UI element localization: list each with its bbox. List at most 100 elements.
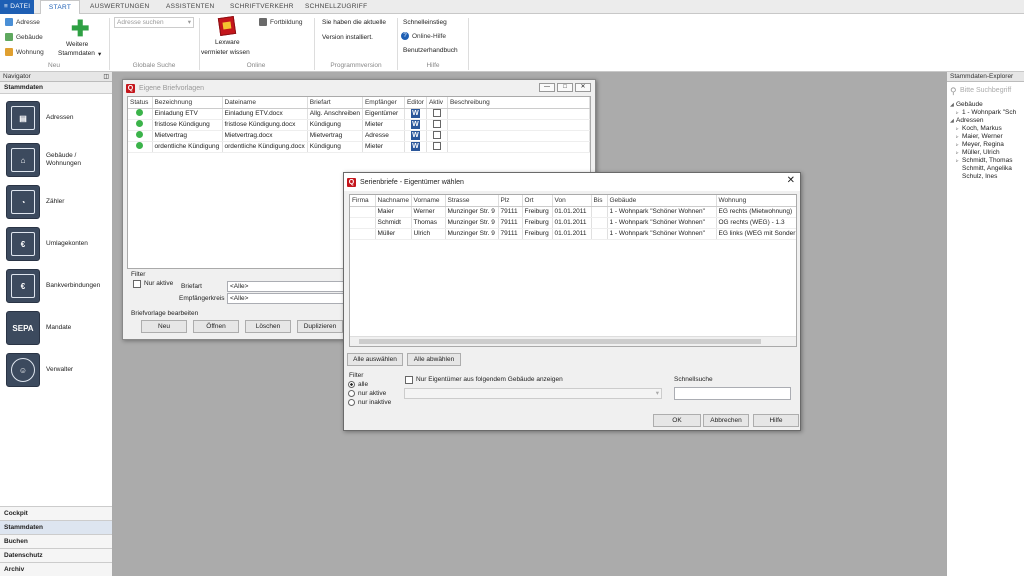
tree-node[interactable]: ▹ Koch, Markus [950, 125, 1024, 133]
lexware-wissen-button[interactable]: Lexware vermieter wissen [200, 15, 254, 60]
pin-icon[interactable]: ◫ [103, 73, 109, 80]
eigentuemer-row[interactable]: Müller Ulrich Munzinger Str. 9 79111 Freibur… [350, 228, 796, 240]
editor-cell[interactable]: W [404, 141, 427, 153]
col-beschreibung[interactable]: Beschreibung [447, 97, 591, 109]
col-bezeichnung[interactable]: Bezeichnung [152, 97, 223, 109]
filter-nur-inaktive-radio[interactable] [348, 399, 355, 406]
word-icon[interactable]: W [410, 131, 420, 140]
word-icon[interactable]: W [410, 109, 420, 118]
editor-cell[interactable]: W [404, 108, 427, 120]
explorer-search-input[interactable]: Bitte Suchbegriff [960, 87, 1011, 94]
tree-node[interactable]: ◢ Gebäude [950, 101, 1024, 109]
aktiv-checkbox[interactable] [432, 119, 441, 128]
close-icon[interactable]: ✕ [787, 175, 795, 186]
tab-schnellzugriff[interactable]: SCHNELLZUGRIFF [305, 0, 367, 14]
nav-bottom-cockpit[interactable]: Cockpit [0, 506, 112, 520]
col-plz[interactable]: Plz [498, 195, 523, 207]
col-von[interactable]: Von [552, 195, 592, 207]
nav-item-zaehler[interactable]: ◔ Zähler [6, 185, 110, 223]
col-aktiv[interactable]: Aktiv [426, 97, 448, 109]
col-bis[interactable]: Bis [591, 195, 608, 207]
nav-item-bankverbindungen[interactable]: € Bankverbindungen [6, 269, 110, 307]
tab-start[interactable]: START [40, 0, 80, 15]
briefvorlage-row[interactable]: fristlose Kündigung fristlose Kündigung.d… [128, 119, 591, 131]
col-editor[interactable]: Editor [404, 97, 427, 109]
aktiv-cell[interactable] [426, 108, 448, 120]
hilfe-button[interactable]: Hilfe [753, 414, 799, 427]
col-strasse[interactable]: Strasse [445, 195, 499, 207]
loeschen-button[interactable]: Löschen [245, 320, 291, 333]
empfaengerkreis-select[interactable]: <Alle> [227, 293, 345, 304]
aktiv-checkbox[interactable] [432, 141, 441, 150]
briefvorlage-row[interactable]: Einladung ETV Einladung ETV.docx Allg. Ans… [128, 108, 591, 120]
nav-item-gebaeude[interactable]: ⌂ Gebäude / Wohnungen [6, 143, 110, 181]
tab-datei[interactable]: ≡ DATEI [0, 0, 35, 14]
nur-aktive-checkbox[interactable] [133, 280, 141, 288]
aktiv-checkbox[interactable] [432, 108, 441, 117]
neu-button[interactable]: Neu [141, 320, 187, 333]
nav-item-verwalter[interactable]: ☺ Verwalter [6, 353, 110, 391]
weitere-stammdaten-button[interactable]: ✚ Weitere Stammdaten ▾ [58, 18, 104, 62]
new-wohnung-button[interactable]: Wohnung [5, 48, 44, 56]
nur-gebaeude-checkbox[interactable] [405, 376, 413, 384]
benutzerhandbuch-link[interactable]: Benutzerhandbuch [403, 47, 458, 54]
adresse-search-input[interactable]: Adresse suchen ▾ [114, 17, 194, 28]
briefvorlage-row[interactable]: ordentliche Kündigung ordentliche Kündigu… [128, 141, 591, 153]
aktiv-checkbox[interactable] [432, 130, 441, 139]
editor-cell[interactable]: W [404, 130, 427, 142]
duplizieren-button[interactable]: Duplizieren [297, 320, 343, 333]
maximize-icon[interactable]: □ [557, 83, 573, 92]
col-firma[interactable]: Firma [350, 195, 376, 207]
aktiv-cell[interactable] [426, 119, 448, 131]
tree-node[interactable]: ▹ 1 - Wohnpark "Sch [950, 109, 1024, 117]
col-vorname[interactable]: Vorname [411, 195, 446, 207]
aktiv-cell[interactable] [426, 130, 448, 142]
tab-schriftverkehr[interactable]: SCHRIFTVERKEHR [230, 0, 294, 14]
tree-node[interactable]: ▹ Schmidt, Thomas [950, 157, 1024, 165]
nav-item-umlagekonten[interactable]: € Umlagekonten [6, 227, 110, 265]
eigentuemer-row[interactable]: Maier Werner Munzinger Str. 9 79111 Freiburg… [350, 206, 796, 218]
col-status[interactable]: Status [128, 97, 153, 109]
tree-node[interactable]: ▹ Meyer, Regina [950, 141, 1024, 149]
filter-nur-aktive-radio[interactable] [348, 390, 355, 397]
tree-node[interactable]: ▹ Müller, Ulrich [950, 149, 1024, 157]
online-hilfe-button[interactable]: ? Online-Hilfe [401, 32, 446, 40]
col-gebaeude[interactable]: Gebäude [607, 195, 717, 207]
filter-alle-radio[interactable] [348, 381, 355, 388]
col-dateiname[interactable]: Dateiname [222, 97, 308, 109]
tree-node[interactable]: ▹ Maier, Werner [950, 133, 1024, 141]
nav-bottom-buchen[interactable]: Buchen [0, 534, 112, 548]
alle-abwaehlen-button[interactable]: Alle abwählen [407, 353, 461, 366]
col-empfaenger[interactable]: Empfänger [362, 97, 405, 109]
schnelleinstieg-link[interactable]: Schnelleinstieg [403, 19, 447, 26]
tab-assistenten[interactable]: ASSISTENTEN [166, 0, 214, 14]
nav-bottom-stammdaten[interactable]: Stammdaten [0, 520, 112, 534]
schnellsuche-input[interactable] [674, 387, 791, 400]
new-gebaeude-button[interactable]: Gebäude [5, 33, 43, 41]
tree-node[interactable]: Schmitt, Angelika [950, 165, 1024, 173]
col-ort[interactable]: Ort [522, 195, 553, 207]
minimize-icon[interactable]: — [539, 83, 555, 92]
scrollbar-thumb[interactable] [359, 339, 761, 344]
abbrechen-button[interactable]: Abbrechen [703, 414, 749, 427]
close-icon[interactable]: ✕ [575, 83, 591, 92]
col-wohnung[interactable]: Wohnung [716, 195, 796, 207]
tree-node[interactable]: Schulz, Ines [950, 173, 1024, 181]
tab-auswertungen[interactable]: AUSWERTUNGEN [90, 0, 149, 14]
col-nachname[interactable]: Nachname [375, 195, 412, 207]
editor-cell[interactable]: W [404, 119, 427, 131]
briefart-select[interactable]: <Alle> [227, 281, 345, 292]
nav-bottom-archiv[interactable]: Archiv [0, 562, 112, 576]
alle-auswaehlen-button[interactable]: Alle auswählen [347, 353, 403, 366]
col-briefart[interactable]: Briefart [307, 97, 363, 109]
eigentuemer-row[interactable]: Schmidt Thomas Munzinger Str. 9 79111 Freibu… [350, 217, 796, 229]
new-adresse-button[interactable]: Adresse [5, 18, 40, 26]
nav-item-adressen[interactable]: ▤ Adressen [6, 101, 110, 139]
fortbildung-button[interactable]: Fortbildung [259, 18, 303, 26]
nav-bottom-datenschutz[interactable]: Datenschutz [0, 548, 112, 562]
oeffnen-button[interactable]: Öffnen [193, 320, 239, 333]
tree-node[interactable]: ◢ Adressen [950, 117, 1024, 125]
briefvorlage-row[interactable]: Mietvertrag Mietvertrag.docx Mietvertrag Ad… [128, 130, 591, 142]
word-icon[interactable]: W [410, 142, 420, 151]
navigator-section-stammdaten[interactable]: Stammdaten [0, 82, 112, 94]
